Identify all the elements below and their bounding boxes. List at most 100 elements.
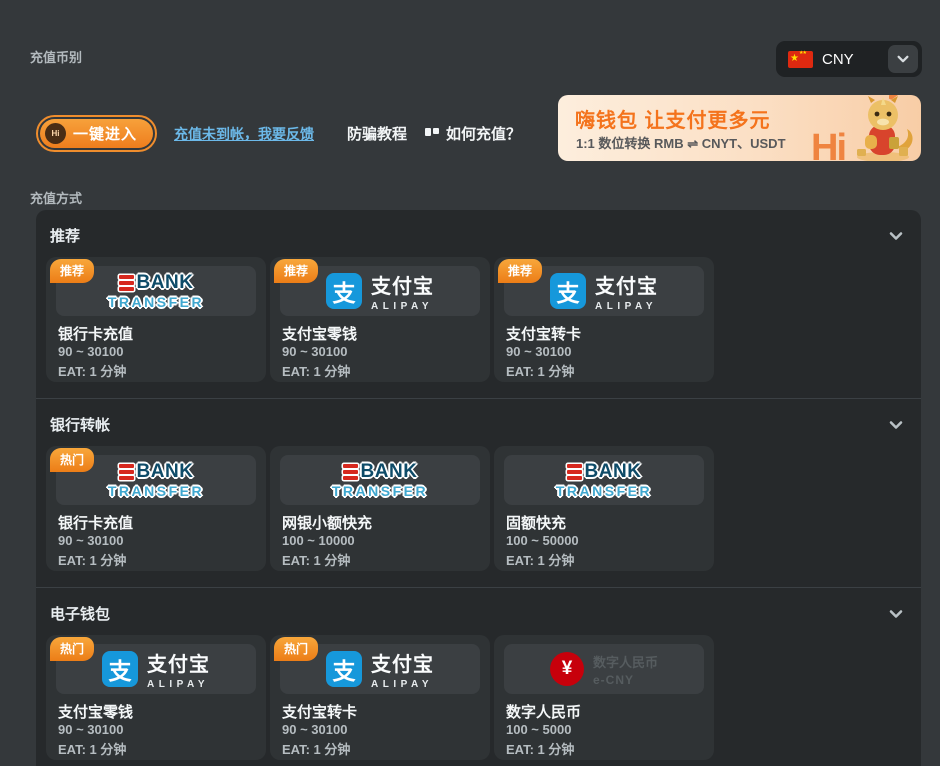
how-to-label: 如何充值？	[446, 123, 521, 144]
banner-title: 嗨钱包 让支付更多元	[575, 104, 771, 133]
section-bank-transfer: 银行转帐 热门 BANK TRANSFER 银行卡充值	[36, 399, 921, 588]
toolbar: Hi 一键进入 充值未到帐，我要反馈 防骗教程 如何充值？	[36, 115, 521, 152]
card-title: 支付宝转卡	[506, 323, 581, 344]
card-badge: 热门	[274, 637, 318, 661]
ecny-icon: ¥	[550, 652, 584, 686]
card-title: 网银小额快充	[282, 512, 372, 533]
transfer-word: TRANSFER	[108, 484, 204, 498]
chevron-down-icon	[896, 52, 910, 66]
currency-selector[interactable]: ★ ★★ CNY	[776, 41, 922, 77]
payment-card[interactable]: 推荐 支 支付宝 ALIPAY 支付宝零钱 90 ~ 30100 EAT: 1 …	[270, 257, 490, 382]
chevron-down-icon[interactable]	[887, 605, 905, 623]
card-eat: EAT: 1 分钟	[506, 550, 574, 569]
card-badge: 热门	[50, 637, 94, 661]
anti-fraud-link[interactable]: 防骗教程	[347, 123, 407, 144]
card-eat: EAT: 1 分钟	[58, 550, 126, 569]
bank-bars-icon	[343, 464, 358, 480]
card-title: 银行卡充值	[58, 512, 133, 533]
card-title: 支付宝转卡	[282, 701, 357, 722]
alipay-icon: 支	[326, 273, 362, 309]
card-eat: EAT: 1 分钟	[282, 739, 350, 758]
payment-card[interactable]: 推荐 BANK TRANSFER 银行卡充值 90 ~ 30100 EAT: 1…	[46, 257, 266, 382]
banner-art: Hi	[811, 95, 917, 161]
alipay-icon: 支	[550, 273, 586, 309]
payment-card[interactable]: BANK TRANSFER 网银小额快充 100 ~ 10000 EAT: 1 …	[270, 446, 490, 571]
ecny-en: e-CNY	[593, 673, 658, 687]
section-title: 推荐	[50, 225, 80, 246]
promo-banner[interactable]: 嗨钱包 让支付更多元 1:1 数位转换 RMB ⇌ CNYT、USDT Hi	[558, 95, 921, 161]
alipay-icon: 支	[102, 651, 138, 687]
card-badge: 推荐	[498, 259, 542, 283]
card-eat: EAT: 1 分钟	[58, 739, 126, 758]
alipay-cn: 支付宝	[595, 270, 658, 299]
card-range: 90 ~ 30100	[58, 722, 123, 737]
card-range: 100 ~ 10000	[282, 533, 355, 548]
card-title: 支付宝零钱	[58, 701, 133, 722]
section-header[interactable]: 推荐	[46, 210, 907, 257]
card-title: 支付宝零钱	[282, 323, 357, 344]
alipay-en: ALIPAY	[147, 679, 210, 690]
alipay-cn: 支付宝	[371, 270, 434, 299]
hi-logo-icon: Hi	[45, 123, 66, 144]
card-title: 固额快充	[506, 512, 566, 533]
alipay-en: ALIPAY	[595, 301, 658, 312]
transfer-word: TRANSFER	[108, 295, 204, 309]
bank-bars-icon	[567, 464, 582, 480]
quick-enter-button[interactable]: Hi 一键进入	[36, 115, 157, 152]
hi-wallet-logo: Hi	[811, 129, 845, 161]
flag-star: ★	[790, 50, 799, 67]
bank-transfer-logo: BANK TRANSFER	[504, 455, 704, 505]
section-title: 电子钱包	[50, 603, 110, 624]
section-title: 银行转帐	[50, 414, 110, 435]
card-title: 数字人民币	[506, 701, 581, 722]
bank-bars-icon	[119, 464, 134, 480]
quick-enter-inner: Hi 一键进入	[40, 119, 153, 148]
china-flag-icon: ★ ★★	[788, 51, 813, 68]
currency-label: 充值币别	[30, 47, 82, 66]
alipay-en: ALIPAY	[371, 301, 434, 312]
cards-row: 热门 支 支付宝 ALIPAY 支付宝零钱 90 ~ 30100 EAT: 1 …	[46, 635, 907, 760]
card-range: 90 ~ 30100	[58, 533, 123, 548]
card-eat: EAT: 1 分钟	[506, 361, 574, 380]
cards-row: 热门 BANK TRANSFER 银行卡充值 90 ~ 30100 EAT: 1…	[46, 446, 907, 571]
feedback-link[interactable]: 充值未到帐，我要反馈	[174, 124, 314, 144]
roof-icon	[889, 95, 921, 101]
dragon-mascot-icon	[845, 95, 917, 161]
payment-card[interactable]: BANK TRANSFER 固额快充 100 ~ 50000 EAT: 1 分钟	[494, 446, 714, 571]
bank-transfer-logo: BANK TRANSFER	[280, 455, 480, 505]
payment-card[interactable]: ¥ 数字人民币 e-CNY 数字人民币 100 ~ 5000 EAT: 1 分钟	[494, 635, 714, 760]
card-title: 银行卡充值	[58, 323, 133, 344]
payment-card[interactable]: 热门 支 支付宝 ALIPAY 支付宝转卡 90 ~ 30100 EAT: 1 …	[270, 635, 490, 760]
alipay-cn: 支付宝	[371, 648, 434, 677]
alipay-cn: 支付宝	[147, 648, 210, 677]
payment-card[interactable]: 热门 支 支付宝 ALIPAY 支付宝零钱 90 ~ 30100 EAT: 1 …	[46, 635, 266, 760]
chevron-down-icon[interactable]	[887, 416, 905, 434]
currency-value: CNY	[822, 51, 888, 68]
card-range: 90 ~ 30100	[282, 344, 347, 359]
section-recommended: 推荐 推荐 BANK TRANSFER 银行卡充值 90	[36, 210, 921, 399]
card-badge: 推荐	[50, 259, 94, 283]
alipay-en: ALIPAY	[371, 679, 434, 690]
card-range: 100 ~ 50000	[506, 533, 579, 548]
card-range: 90 ~ 30100	[58, 344, 123, 359]
bank-word: BANK	[585, 462, 642, 481]
transfer-word: TRANSFER	[556, 484, 652, 498]
chevron-down-icon[interactable]	[887, 227, 905, 245]
video-tutorial-icon	[424, 127, 440, 140]
deposit-page: { "page": { "currency_label": "充值币别", "m…	[0, 0, 940, 766]
banner-subtitle: 1:1 数位转换 RMB ⇌ CNYT、USDT	[576, 133, 786, 152]
flag-stars: ★★	[799, 48, 806, 58]
payment-card[interactable]: 热门 BANK TRANSFER 银行卡充值 90 ~ 30100 EAT: 1…	[46, 446, 266, 571]
section-header[interactable]: 电子钱包	[46, 588, 907, 635]
payment-card[interactable]: 推荐 支 支付宝 ALIPAY 支付宝转卡 90 ~ 30100 EAT: 1 …	[494, 257, 714, 382]
bank-word: BANK	[137, 462, 194, 481]
currency-chevron-button[interactable]	[888, 45, 918, 73]
card-eat: EAT: 1 分钟	[58, 361, 126, 380]
section-header[interactable]: 银行转帐	[46, 399, 907, 446]
ecny-logo: ¥ 数字人民币 e-CNY	[504, 644, 704, 694]
card-range: 100 ~ 5000	[506, 722, 571, 737]
cards-row: 推荐 BANK TRANSFER 银行卡充值 90 ~ 30100 EAT: 1…	[46, 257, 907, 382]
how-to-link[interactable]: 如何充值？	[424, 123, 521, 144]
section-ewallet: 电子钱包 热门 支 支付宝 ALIPAY 支付宝零钱 90	[36, 588, 921, 766]
card-eat: EAT: 1 分钟	[506, 739, 574, 758]
